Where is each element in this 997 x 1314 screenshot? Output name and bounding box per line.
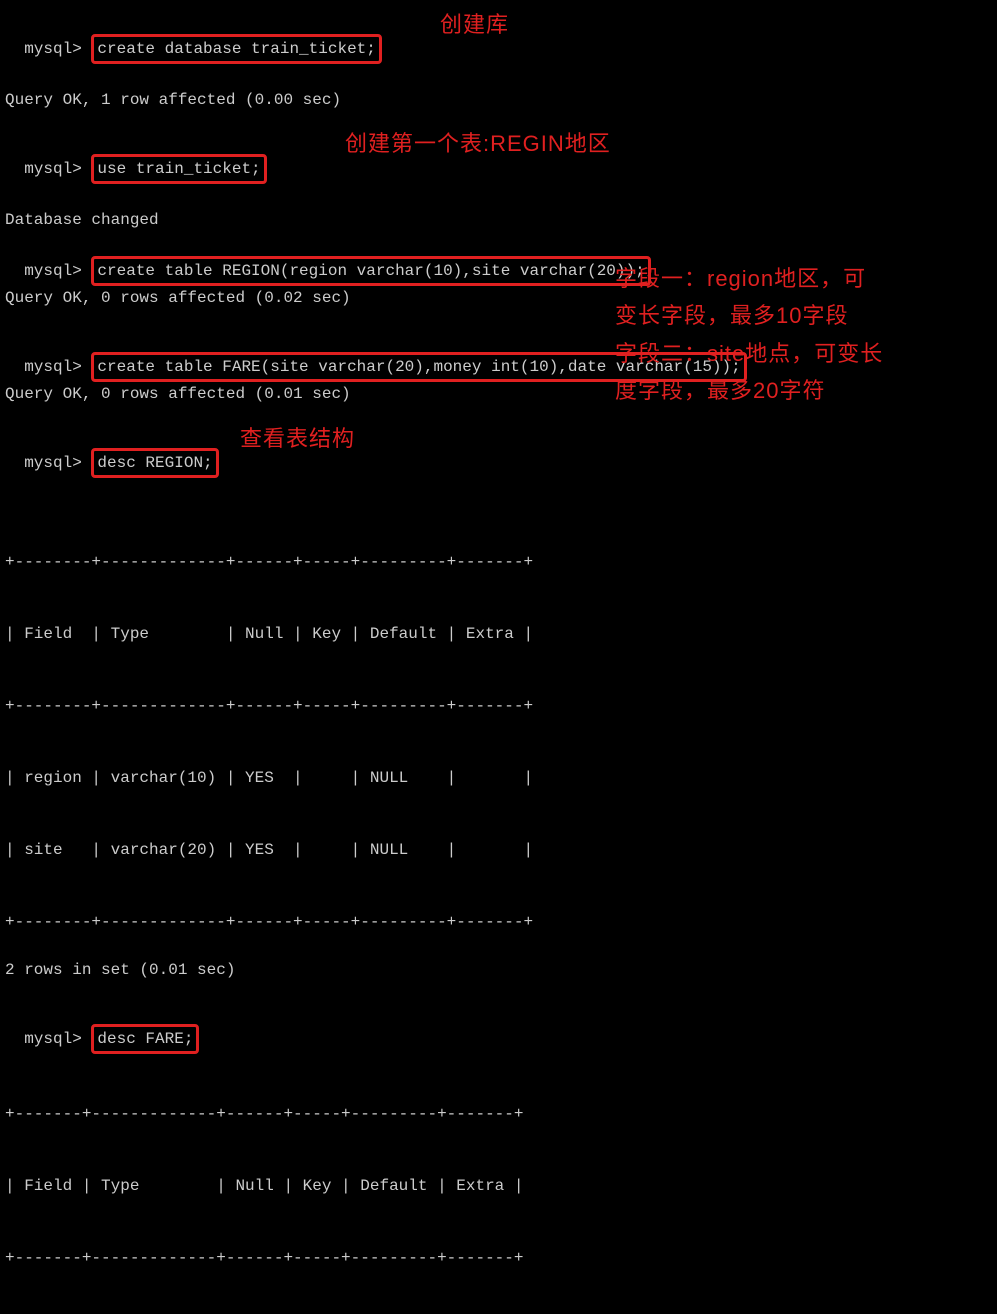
desc-region-table: +--------+-------------+------+-----+---… [5, 502, 992, 958]
table-border: +--------+-------------+------+-----+---… [5, 550, 992, 574]
table-header: | Field | Type | Null | Key | Default | … [5, 622, 992, 646]
table-header: | Field | Type | Null | Key | Default | … [5, 1174, 992, 1198]
table-row: | site | varchar(20) | YES | | NULL | | [5, 838, 992, 862]
terminal-line: Query OK, 1 row affected (0.00 sec) [5, 88, 992, 112]
terminal-line: mysql> create database train_ticket; 创建库 [5, 10, 992, 88]
annotation-line: 字段二：site地点，可变长 [615, 335, 995, 372]
annotation-line: 度字段，最多20字符 [615, 372, 995, 409]
terminal-line: Database changed [5, 208, 992, 232]
table-border: +-------+-------------+------+-----+----… [5, 1246, 992, 1270]
table-border: +-------+-------------+------+-----+----… [5, 1102, 992, 1126]
terminal-line: mysql> use train_ticket; 创建第一个表:REGIN地区 [5, 130, 992, 208]
mysql-prompt: mysql> [24, 262, 82, 280]
annotation-create-db: 创建库 [440, 8, 509, 41]
annotation-line: 字段一：region地区，可 [615, 260, 995, 297]
terminal-line: mysql> desc FARE; [5, 1000, 992, 1054]
table-border: +--------+-------------+------+-----+---… [5, 910, 992, 934]
mysql-prompt: mysql> [24, 160, 82, 178]
mysql-prompt: mysql> [24, 40, 82, 58]
annotation-field-description: 字段一：region地区，可 变长字段，最多10字段 字段二：site地点，可变… [615, 260, 995, 410]
command-text: use train_ticket; [97, 160, 260, 178]
desc-fare-table: +-------+-------------+------+-----+----… [5, 1054, 992, 1314]
command-text: desc FARE; [97, 1030, 193, 1048]
terminal-line: mysql> desc REGION; 查看表结构 [5, 424, 992, 502]
table-border: +--------+-------------+------+-----+---… [5, 694, 992, 718]
highlighted-command: create table REGION(region varchar(10),s… [91, 256, 650, 286]
highlighted-command: use train_ticket; [91, 154, 266, 184]
terminal-line: 2 rows in set (0.01 sec) [5, 958, 992, 982]
table-row: | region | varchar(10) | YES | | NULL | … [5, 766, 992, 790]
command-text: desc REGION; [97, 454, 212, 472]
highlighted-command: create database train_ticket; [91, 34, 381, 64]
command-text: create table REGION(region varchar(10),s… [97, 262, 644, 280]
annotation-line: 变长字段，最多10字段 [615, 297, 995, 334]
command-text: create database train_ticket; [97, 40, 375, 58]
mysql-prompt: mysql> [24, 358, 82, 376]
annotation-create-first-table: 创建第一个表:REGIN地区 [345, 127, 611, 160]
mysql-prompt: mysql> [24, 454, 82, 472]
annotation-view-structure: 查看表结构 [240, 422, 355, 455]
mysql-prompt: mysql> [24, 1030, 82, 1048]
highlighted-command: desc REGION; [91, 448, 218, 478]
highlighted-command: desc FARE; [91, 1024, 199, 1054]
